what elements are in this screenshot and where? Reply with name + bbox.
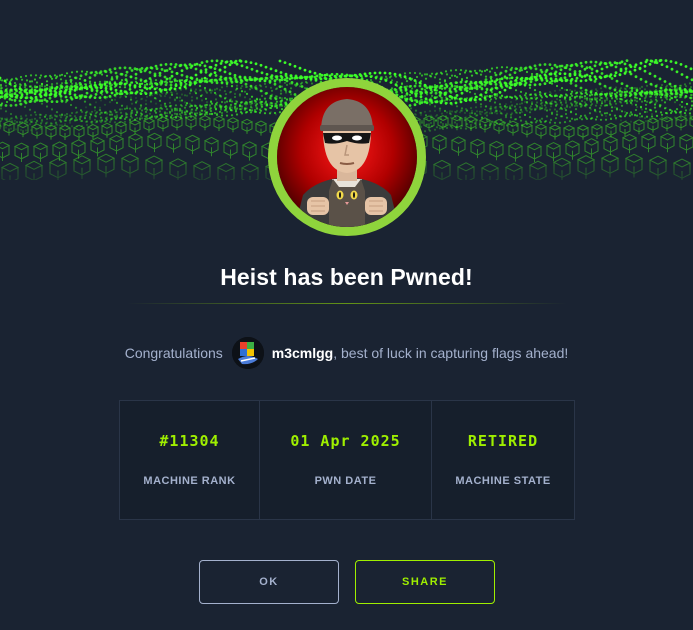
stats-panel: #11304 MACHINE RANK 01 Apr 2025 PWN DATE… xyxy=(119,400,575,520)
stat-machine-state: RETIRED MACHINE STATE xyxy=(432,401,574,519)
pwned-dialog: Heist has been Pwned! Congratulations m3… xyxy=(0,0,693,630)
congrats-prefix: Congratulations xyxy=(124,345,223,361)
user-avatar[interactable] xyxy=(231,337,264,369)
stat-value: RETIRED xyxy=(467,431,539,450)
user-avatar-icon xyxy=(231,337,264,369)
stat-label: PWN DATE xyxy=(314,474,377,487)
congrats-suffix: , best of luck in capturing flags ahead! xyxy=(333,345,569,361)
title-divider xyxy=(127,303,567,304)
stat-value: #11304 xyxy=(159,431,220,450)
stat-pwn-date: 01 Apr 2025 PWN DATE xyxy=(260,401,432,519)
share-button[interactable]: SHARE xyxy=(355,560,495,604)
stat-machine-rank: #11304 MACHINE RANK xyxy=(120,401,260,519)
ok-button[interactable]: OK xyxy=(199,560,339,604)
username-link[interactable]: m3cmlgg xyxy=(272,345,333,361)
congratulations-line: Congratulations m3cmlgg , best of luck i… xyxy=(0,335,693,371)
machine-avatar xyxy=(268,78,426,236)
page-title: Heist has been Pwned! xyxy=(220,264,473,290)
stat-label: MACHINE STATE xyxy=(455,474,551,487)
stat-value: 01 Apr 2025 xyxy=(290,431,401,450)
stat-label: MACHINE RANK xyxy=(143,474,236,487)
thief-with-cat-avatar xyxy=(277,87,417,227)
